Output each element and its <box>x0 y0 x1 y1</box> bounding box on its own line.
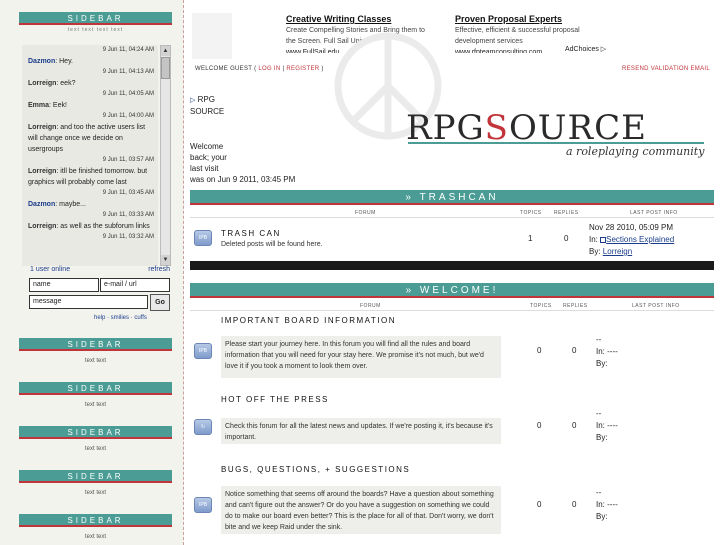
logo-alt-text[interactable]: ▷ RPG SOURCE <box>190 94 224 117</box>
sidebar-subtitle: text text text text <box>67 27 124 33</box>
chat-message: 9 Jun 11, 04:00 AM Lorreign: and too the… <box>28 113 154 153</box>
last-post-topic-link[interactable]: Sections Explained <box>606 235 674 244</box>
category-footer-bar <box>190 261 714 270</box>
column-header-last-post: LAST POST INFO <box>630 210 678 216</box>
sidebar-main-block: SIDEBAR text text text text <box>19 12 172 34</box>
last-visit-info: Welcome back; your last visit was on Jun… <box>190 142 296 184</box>
ad-title[interactable]: Creative Writing Classes <box>286 13 446 25</box>
column-header-last-post: LAST POST INFO <box>632 303 680 309</box>
forum-description: Please start your journey here. In this … <box>221 336 501 378</box>
forum-status-icon: IPB <box>194 497 212 513</box>
forum-status-icon: IPB <box>194 343 212 359</box>
sidebar-block-title: SIDEBAR <box>19 426 172 439</box>
sidebar-block: SIDEBAR text text <box>19 338 172 381</box>
refresh-link[interactable]: refresh <box>148 266 170 273</box>
forum-topics-count: 1 <box>528 234 533 243</box>
forum-description: Notice something that seems off around t… <box>221 486 501 534</box>
online-count[interactable]: 1 user online <box>30 266 70 273</box>
category-header-trashcan[interactable]: » TRASHCAN <box>190 190 714 205</box>
chat-message-input[interactable]: message <box>29 295 148 309</box>
forum-status-icon: IPB <box>194 230 212 246</box>
forum-description: Deleted posts will be found here. <box>221 241 323 248</box>
chat-message: 9 Jun 11, 03:45 AM Dazmon: maybe... <box>28 190 154 208</box>
column-header-topics: TOPICS <box>530 303 552 309</box>
register-link[interactable]: REGISTER <box>286 66 319 72</box>
forum-replies-count: 0 <box>572 500 577 509</box>
last-post-info: -- In: ---- By: <box>596 409 618 442</box>
scroll-thumb[interactable] <box>161 57 170 79</box>
chat-scrollbar[interactable]: ▲ ▼ <box>160 45 171 266</box>
last-post-info: Nov 28 2010, 05:09 PM In: Sections Expla… <box>589 223 675 256</box>
column-header-replies: REPLIES <box>554 210 579 216</box>
sidebar-block-text: text text <box>19 439 172 469</box>
forum-redirect-icon: ↻ <box>194 419 212 435</box>
forum-topics-count: 0 <box>537 500 542 509</box>
chat-messages[interactable]: 9 Jun 11, 04:24 AM Dazmon: Hey. 9 Jun 11… <box>22 45 158 266</box>
forum-topics-count: 0 <box>537 421 542 430</box>
welcome-bar: WELCOME GUEST ( LOG IN | REGISTER ) <box>195 66 324 72</box>
chat-extras-links[interactable]: help · smilies · cuffs <box>94 315 147 321</box>
divider <box>190 217 714 218</box>
chat-email-input[interactable]: e-mail / url <box>100 278 170 292</box>
scroll-up-icon[interactable]: ▲ <box>161 46 170 56</box>
sidebar-block-text: text text <box>19 395 172 425</box>
chat-message: 9 Jun 11, 03:32 AM <box>102 234 154 240</box>
forum-replies-count: 0 <box>572 421 577 430</box>
resend-validation-link[interactable]: RESEND VALIDATION EMAIL <box>622 66 710 72</box>
logo-underline <box>408 142 704 144</box>
sidebar-block-text: text text <box>19 483 172 513</box>
forum-link-board-info[interactable]: IMPORTANT BOARD INFORMATION <box>221 316 396 325</box>
last-post-info: -- In: ---- By: <box>596 335 618 368</box>
column-header-replies: REPLIES <box>563 303 588 309</box>
divider <box>190 310 714 311</box>
category-header-welcome[interactable]: » WELCOME! <box>190 283 714 298</box>
sidebar-block: SIDEBAR text text <box>19 470 172 513</box>
column-header-forum: FORUM <box>355 210 376 216</box>
sidebar-block-title: SIDEBAR <box>19 338 172 351</box>
chat-message: 9 Jun 11, 04:05 AM Emma: Eek! <box>28 91 154 109</box>
forum-description: Check this forum for all the latest news… <box>221 418 501 444</box>
chat-message: 9 Jun 11, 04:13 AM Lorreign: eek? <box>28 69 154 87</box>
chat-message: 9 Jun 11, 03:33 AM Lorreign: as well as … <box>28 212 154 230</box>
forum-link-trash-can[interactable]: TRASH CAN <box>221 229 281 238</box>
play-icon: ▷ <box>190 97 196 104</box>
column-header-forum: FORUM <box>360 303 381 309</box>
sidebar-block: SIDEBAR text text <box>19 382 172 425</box>
sidebar-block: SIDEBAR text text <box>19 514 172 545</box>
last-post-user-link[interactable]: Lorreign <box>603 247 632 256</box>
login-link[interactable]: LOG IN <box>258 66 280 72</box>
forum-replies-count: 0 <box>572 346 577 355</box>
site-tagline: a roleplaying community <box>566 145 705 158</box>
scroll-down-icon[interactable]: ▼ <box>161 255 170 265</box>
chat-message: 9 Jun 11, 04:24 AM Dazmon: Hey. <box>28 47 154 65</box>
forum-replies-count: 0 <box>564 234 569 243</box>
forum-topics-count: 0 <box>537 346 542 355</box>
sidebar-block-text: text text <box>19 527 172 545</box>
chat-box: 9 Jun 11, 04:24 AM Dazmon: Hey. 9 Jun 11… <box>22 42 172 321</box>
sidebar-block-text: text text <box>19 351 172 381</box>
chat-go-button[interactable]: Go <box>150 294 170 311</box>
sidebar-title: SIDEBAR <box>19 12 172 25</box>
forum-link-bugs-questions[interactable]: BUGS, QUESTIONS, + SUGGESTIONS <box>221 465 410 474</box>
column-header-topics: TOPICS <box>520 210 542 216</box>
ad-image-placeholder <box>192 13 232 59</box>
sidebar-block: SIDEBAR text text <box>19 426 172 469</box>
left-sidebar: SIDEBAR text text text text 9 Jun 11, 04… <box>0 0 184 545</box>
forum-link-hot-off-the-press[interactable]: HOT OFF THE PRESS <box>221 395 329 404</box>
sidebar-block-title: SIDEBAR <box>19 514 172 527</box>
adchoices-link[interactable]: AdChoices ▷ <box>565 45 606 53</box>
chat-message: 9 Jun 11, 03:57 AM Lorreign: itll be fin… <box>28 157 154 186</box>
sidebar-block-title: SIDEBAR <box>19 382 172 395</box>
ad-title[interactable]: Proven Proposal Experts <box>455 13 615 25</box>
last-post-info: -- In: ---- By: <box>596 488 618 521</box>
sidebar-block-title: SIDEBAR <box>19 470 172 483</box>
chat-status-row: 1 user online refresh <box>30 266 170 273</box>
chat-name-input[interactable]: name <box>29 278 99 292</box>
